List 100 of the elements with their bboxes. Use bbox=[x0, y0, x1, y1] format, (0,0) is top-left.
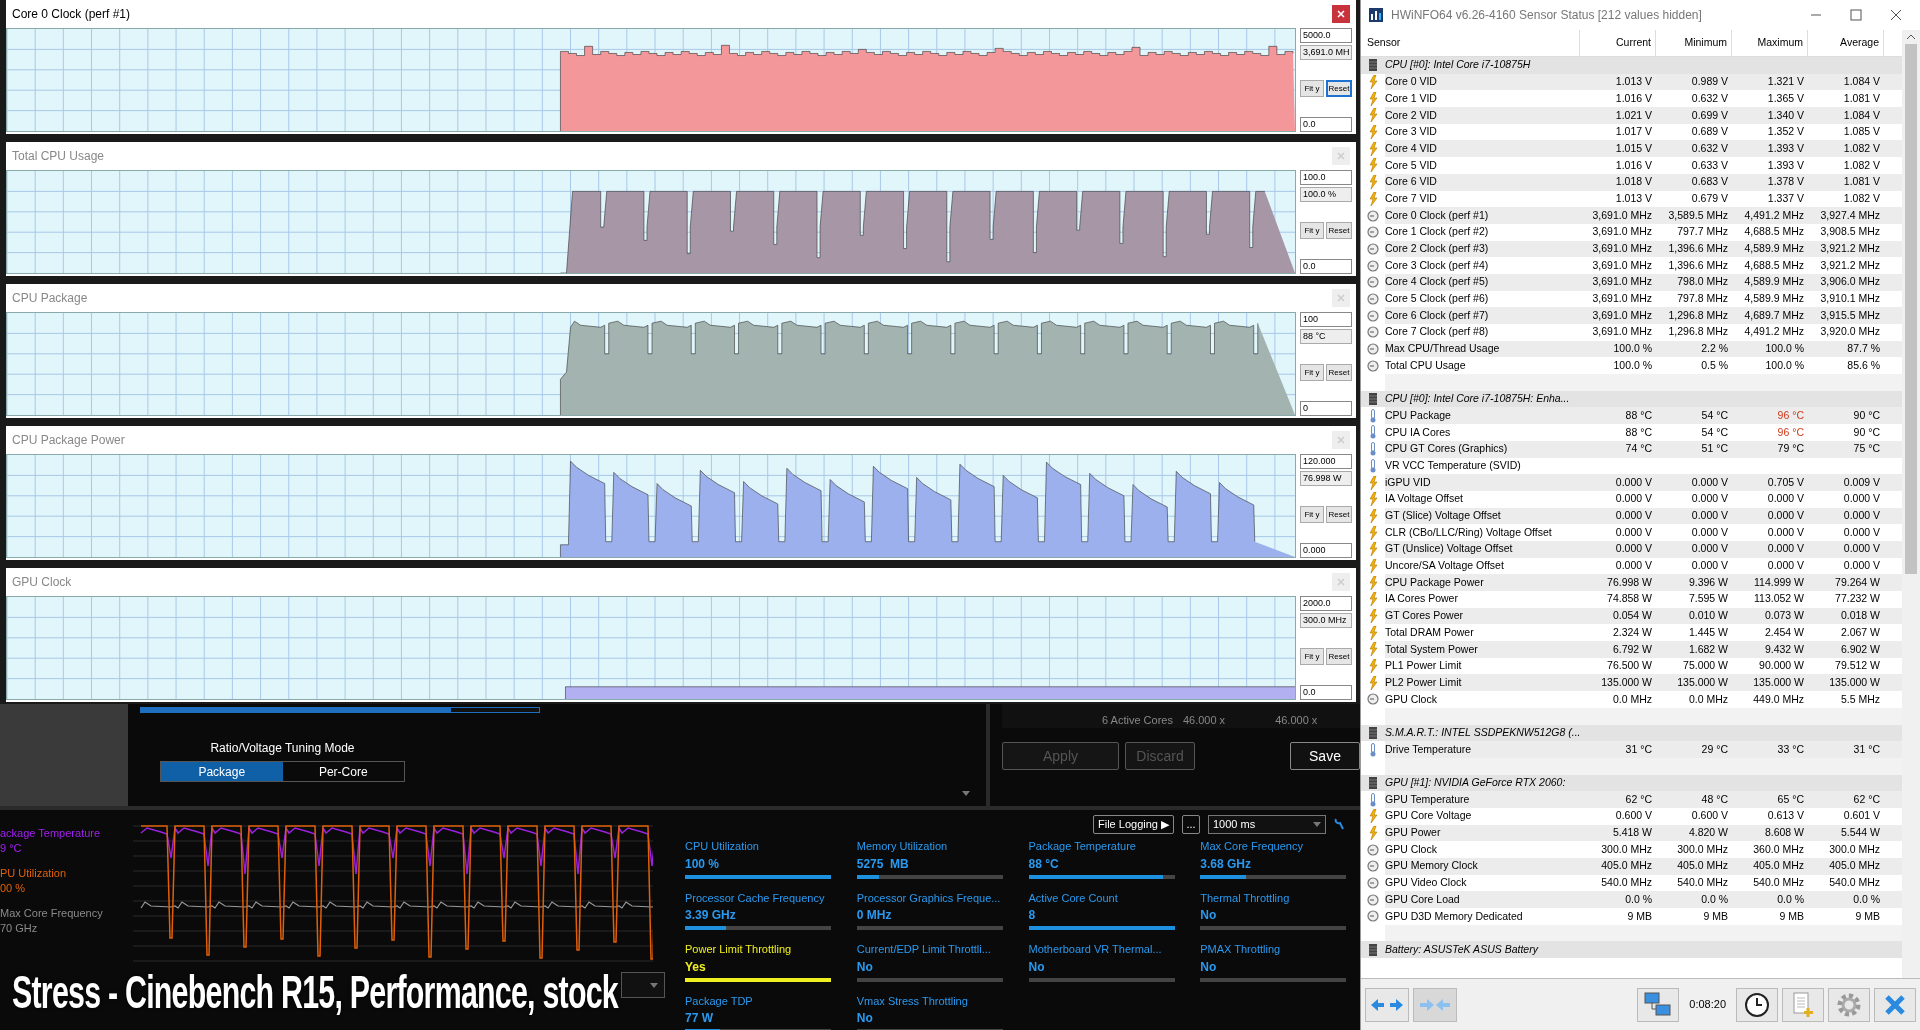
sensor-value: 3,691.0 MHz bbox=[1591, 207, 1653, 223]
sensor-value: 3,691.0 MHz bbox=[1591, 257, 1653, 273]
metric-label: CPU Utilization bbox=[685, 839, 760, 854]
gauge-icon bbox=[1367, 242, 1379, 255]
max-field[interactable]: 100 bbox=[1300, 312, 1352, 327]
caret-icon bbox=[650, 982, 658, 988]
sensor-value: 1.016 V bbox=[1614, 90, 1653, 106]
sensor-value: 0.989 V bbox=[1690, 74, 1729, 90]
sensor-name: PL1 Power Limit bbox=[1385, 658, 1463, 674]
close-button[interactable] bbox=[1874, 987, 1916, 1022]
sensor-value: 1.352 V bbox=[1766, 124, 1805, 140]
sensor-value: 2.2 % bbox=[1700, 341, 1729, 357]
sensor-value: 0.000 V bbox=[1766, 508, 1805, 524]
fit-y-button[interactable]: Fit y bbox=[1300, 506, 1324, 523]
metric-value: 3.68 GHz bbox=[1200, 855, 1252, 873]
dropdown-arrow-icon bbox=[962, 791, 970, 796]
reset-button[interactable]: Reset bbox=[1326, 80, 1352, 97]
gauge-icon bbox=[1367, 843, 1379, 856]
action-button[interactable]: Save bbox=[1290, 742, 1360, 770]
sensor-value: 9.432 W bbox=[1763, 641, 1805, 657]
sensor-value: 0.0 % bbox=[1776, 891, 1805, 907]
reset-button[interactable]: Reset bbox=[1326, 364, 1352, 381]
sensor-name: Core 5 VID bbox=[1385, 157, 1438, 173]
legend-value: 00 % bbox=[0, 881, 27, 896]
sensor-value: 1.321 V bbox=[1766, 74, 1805, 90]
min-field[interactable]: 0.0 bbox=[1300, 117, 1352, 132]
column-header[interactable]: Minimum bbox=[1656, 30, 1732, 56]
scrollbar[interactable] bbox=[1902, 30, 1920, 978]
sensor-value: 0.000 V bbox=[1614, 524, 1653, 540]
min-field[interactable]: 0.0 bbox=[1300, 685, 1352, 700]
reset-button[interactable]: Reset bbox=[1326, 222, 1352, 239]
lightning-icon bbox=[1368, 175, 1378, 190]
sensor-value: 0.600 V bbox=[1690, 808, 1729, 824]
sensor-name: GPU Temperature bbox=[1385, 791, 1471, 807]
metric-label: Processor Cache Frequency bbox=[685, 890, 826, 906]
sensor-value: 1,396.6 MHz bbox=[1667, 257, 1729, 273]
max-field[interactable]: 120.000 bbox=[1300, 454, 1352, 469]
sensor-name: Uncore/SA Voltage Offset bbox=[1385, 558, 1505, 574]
fit-y-button[interactable]: Fit y bbox=[1300, 222, 1324, 239]
sensor-name: GPU Memory Clock bbox=[1385, 858, 1479, 874]
close-icon[interactable] bbox=[1890, 9, 1902, 21]
gauge-icon bbox=[1367, 326, 1379, 339]
min-field[interactable]: 0.0 bbox=[1300, 259, 1352, 274]
sensor-value: 51 °C bbox=[1700, 441, 1729, 457]
sensor-value: 4,589.9 MHz bbox=[1743, 291, 1805, 307]
timespan-dropdown[interactable] bbox=[621, 972, 665, 998]
column-header[interactable]: Maximum bbox=[1732, 30, 1808, 56]
column-header[interactable]: Current bbox=[1580, 30, 1656, 56]
sensor-value: 135.000 W bbox=[1600, 674, 1653, 690]
metric-value: No bbox=[1028, 958, 1046, 976]
lightning-icon bbox=[1368, 558, 1378, 573]
min-field[interactable]: 0 bbox=[1300, 401, 1352, 416]
chip-icon bbox=[1369, 59, 1377, 72]
column-header[interactable]: Average bbox=[1808, 30, 1884, 56]
gauge-icon bbox=[1367, 893, 1379, 906]
maximize-icon[interactable] bbox=[1850, 9, 1862, 21]
lightning-icon bbox=[1368, 191, 1378, 206]
sensor-value: 0.0 % bbox=[1852, 891, 1881, 907]
sensor-value: 0.601 V bbox=[1842, 808, 1881, 824]
sensor-value: 76.500 W bbox=[1606, 658, 1653, 674]
wrench-icon[interactable] bbox=[1334, 818, 1344, 830]
fit-y-button[interactable]: Fit y bbox=[1300, 648, 1324, 665]
fit-y-button[interactable]: Fit y bbox=[1300, 364, 1324, 381]
metric-label: Thermal Throttling bbox=[1200, 890, 1291, 906]
sensor-value: 0.000 V bbox=[1690, 524, 1729, 540]
sensor-value: 1.365 V bbox=[1766, 90, 1805, 106]
max-field[interactable]: 2000.0 bbox=[1300, 596, 1352, 611]
sensor-value: 4,491.2 MHz bbox=[1743, 324, 1805, 340]
sensor-name: Core 3 VID bbox=[1385, 124, 1438, 140]
gauge-icon bbox=[1367, 276, 1379, 289]
sensor-value: 0.000 V bbox=[1766, 524, 1805, 540]
reset-button[interactable]: Reset bbox=[1326, 648, 1352, 665]
toolbar-button[interactable] bbox=[1736, 987, 1778, 1022]
settings-button[interactable] bbox=[1828, 987, 1870, 1022]
min-field[interactable]: 0.000 bbox=[1300, 543, 1352, 558]
file-logging-button[interactable]: File Logging ▶ bbox=[1093, 814, 1174, 834]
fit-y-button[interactable]: Fit y bbox=[1300, 80, 1324, 97]
mode-option[interactable]: Per-Core bbox=[282, 762, 404, 781]
column-header[interactable]: Sensor bbox=[1361, 30, 1580, 56]
sensor-value: 4,491.2 MHz bbox=[1743, 207, 1805, 223]
sensor-value: 0.613 V bbox=[1766, 808, 1805, 824]
interval-dropdown[interactable]: 1000 ms bbox=[1208, 814, 1326, 834]
max-field[interactable]: 100.0 bbox=[1300, 170, 1352, 185]
legend-label: ackage Temperature bbox=[0, 826, 102, 841]
sensor-value: 540.0 MHz bbox=[1676, 875, 1729, 891]
sensor-value: 74.858 W bbox=[1606, 591, 1653, 607]
sensor-value: 6.792 W bbox=[1611, 641, 1653, 657]
metric-value: Yes bbox=[685, 958, 707, 976]
sensor-value: 3,589.5 MHz bbox=[1667, 207, 1729, 223]
close-button[interactable] bbox=[1332, 5, 1350, 23]
more-button[interactable]: ... bbox=[1182, 814, 1200, 834]
sensor-value: 74 °C bbox=[1624, 441, 1653, 457]
mode-option[interactable]: Package bbox=[161, 762, 283, 781]
close-icon bbox=[1337, 152, 1345, 160]
max-field[interactable]: 5000.0 bbox=[1300, 28, 1352, 43]
reset-button[interactable]: Reset bbox=[1326, 506, 1352, 523]
sensor-value: 1.081 V bbox=[1842, 90, 1881, 106]
reading-field: 3,691.0 MH bbox=[1300, 45, 1352, 60]
ratio-value: 46.000 x bbox=[1275, 712, 1318, 728]
sensor-value: 31 °C bbox=[1624, 741, 1653, 757]
